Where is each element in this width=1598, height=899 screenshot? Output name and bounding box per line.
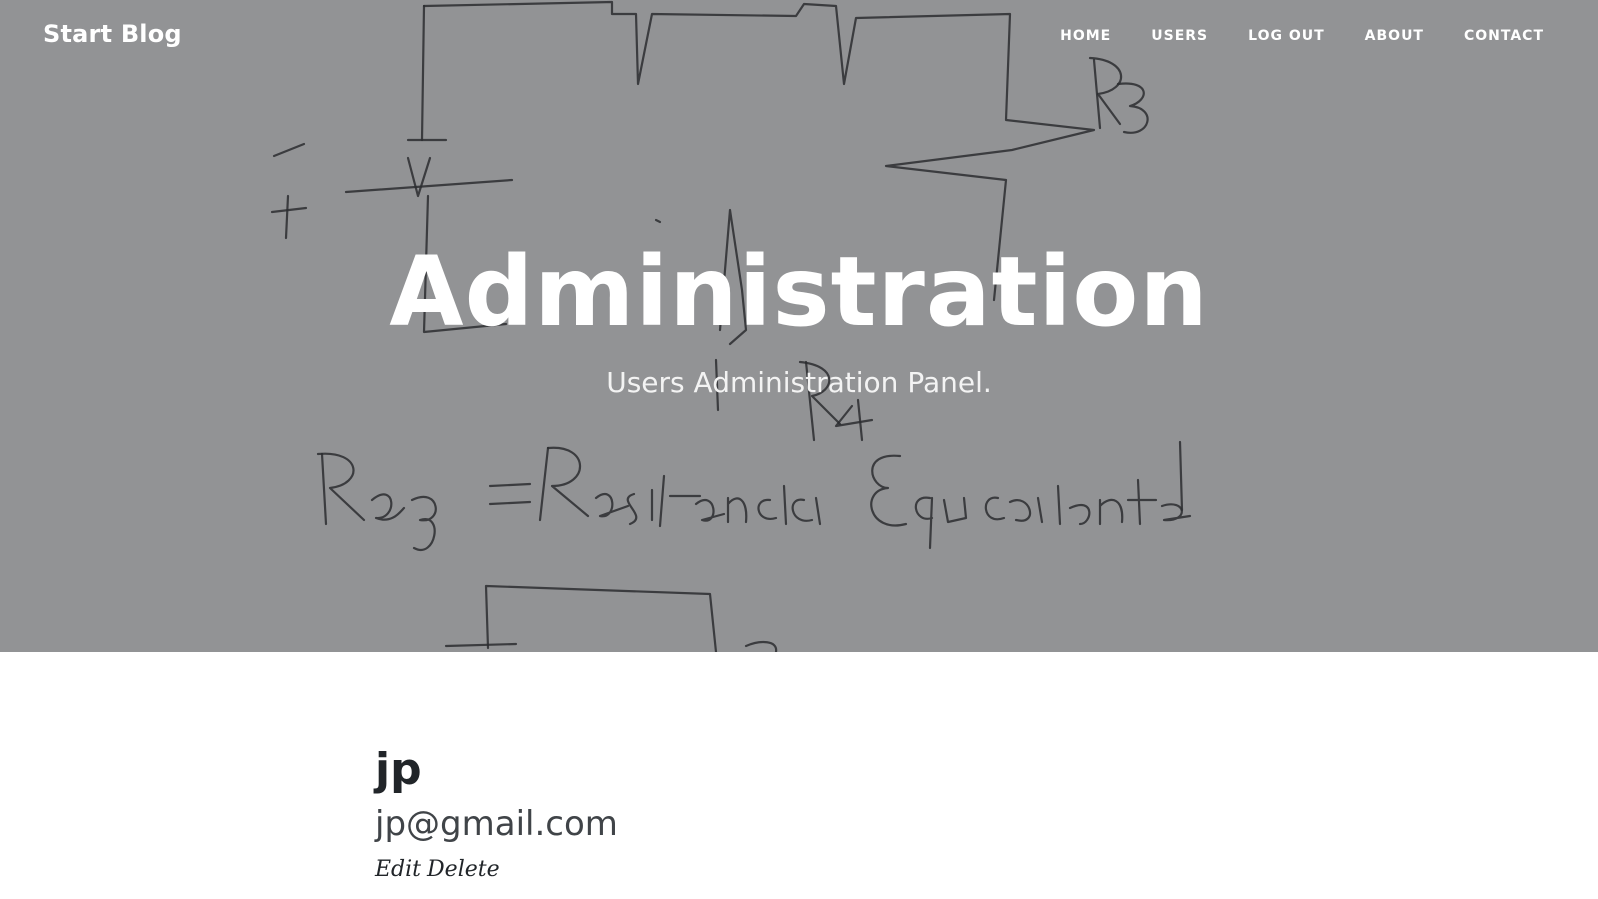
masthead: Start Blog HOME USERS LOG OUT ABOUT CONT… [0,0,1598,652]
navbar: Start Blog HOME USERS LOG OUT ABOUT CONT… [0,0,1598,74]
nav-contact-link[interactable]: CONTACT [1464,28,1544,44]
brand-link[interactable]: Start Blog [43,20,182,48]
nav-item-home: HOME [1060,27,1111,45]
page-subtitle: Users Administration Panel. [606,366,992,399]
nav-item-logout: LOG OUT [1248,27,1325,45]
user-email: jp@gmail.com [375,804,618,844]
delete-user-link[interactable]: Delete [427,857,500,882]
nav-home-link[interactable]: HOME [1060,28,1111,44]
page-title: Administration [389,236,1209,348]
user-actions: Edit Delete [375,857,1225,882]
nav-item-about: ABOUT [1365,27,1424,45]
nav-item-contact: CONTACT [1464,27,1544,45]
edit-user-link[interactable]: Edit [375,857,421,882]
nav-about-link[interactable]: ABOUT [1365,28,1424,44]
users-list: jp jp@gmail.com Edit Delete [375,744,1225,883]
nav-item-users: USERS [1151,27,1208,45]
user-entry: jp jp@gmail.com Edit Delete [375,744,1225,883]
nav-users-link[interactable]: USERS [1151,28,1208,44]
nav-links: HOME USERS LOG OUT ABOUT CONTACT [1020,27,1544,45]
user-name: jp [375,744,422,795]
nav-logout-link[interactable]: LOG OUT [1248,28,1325,44]
